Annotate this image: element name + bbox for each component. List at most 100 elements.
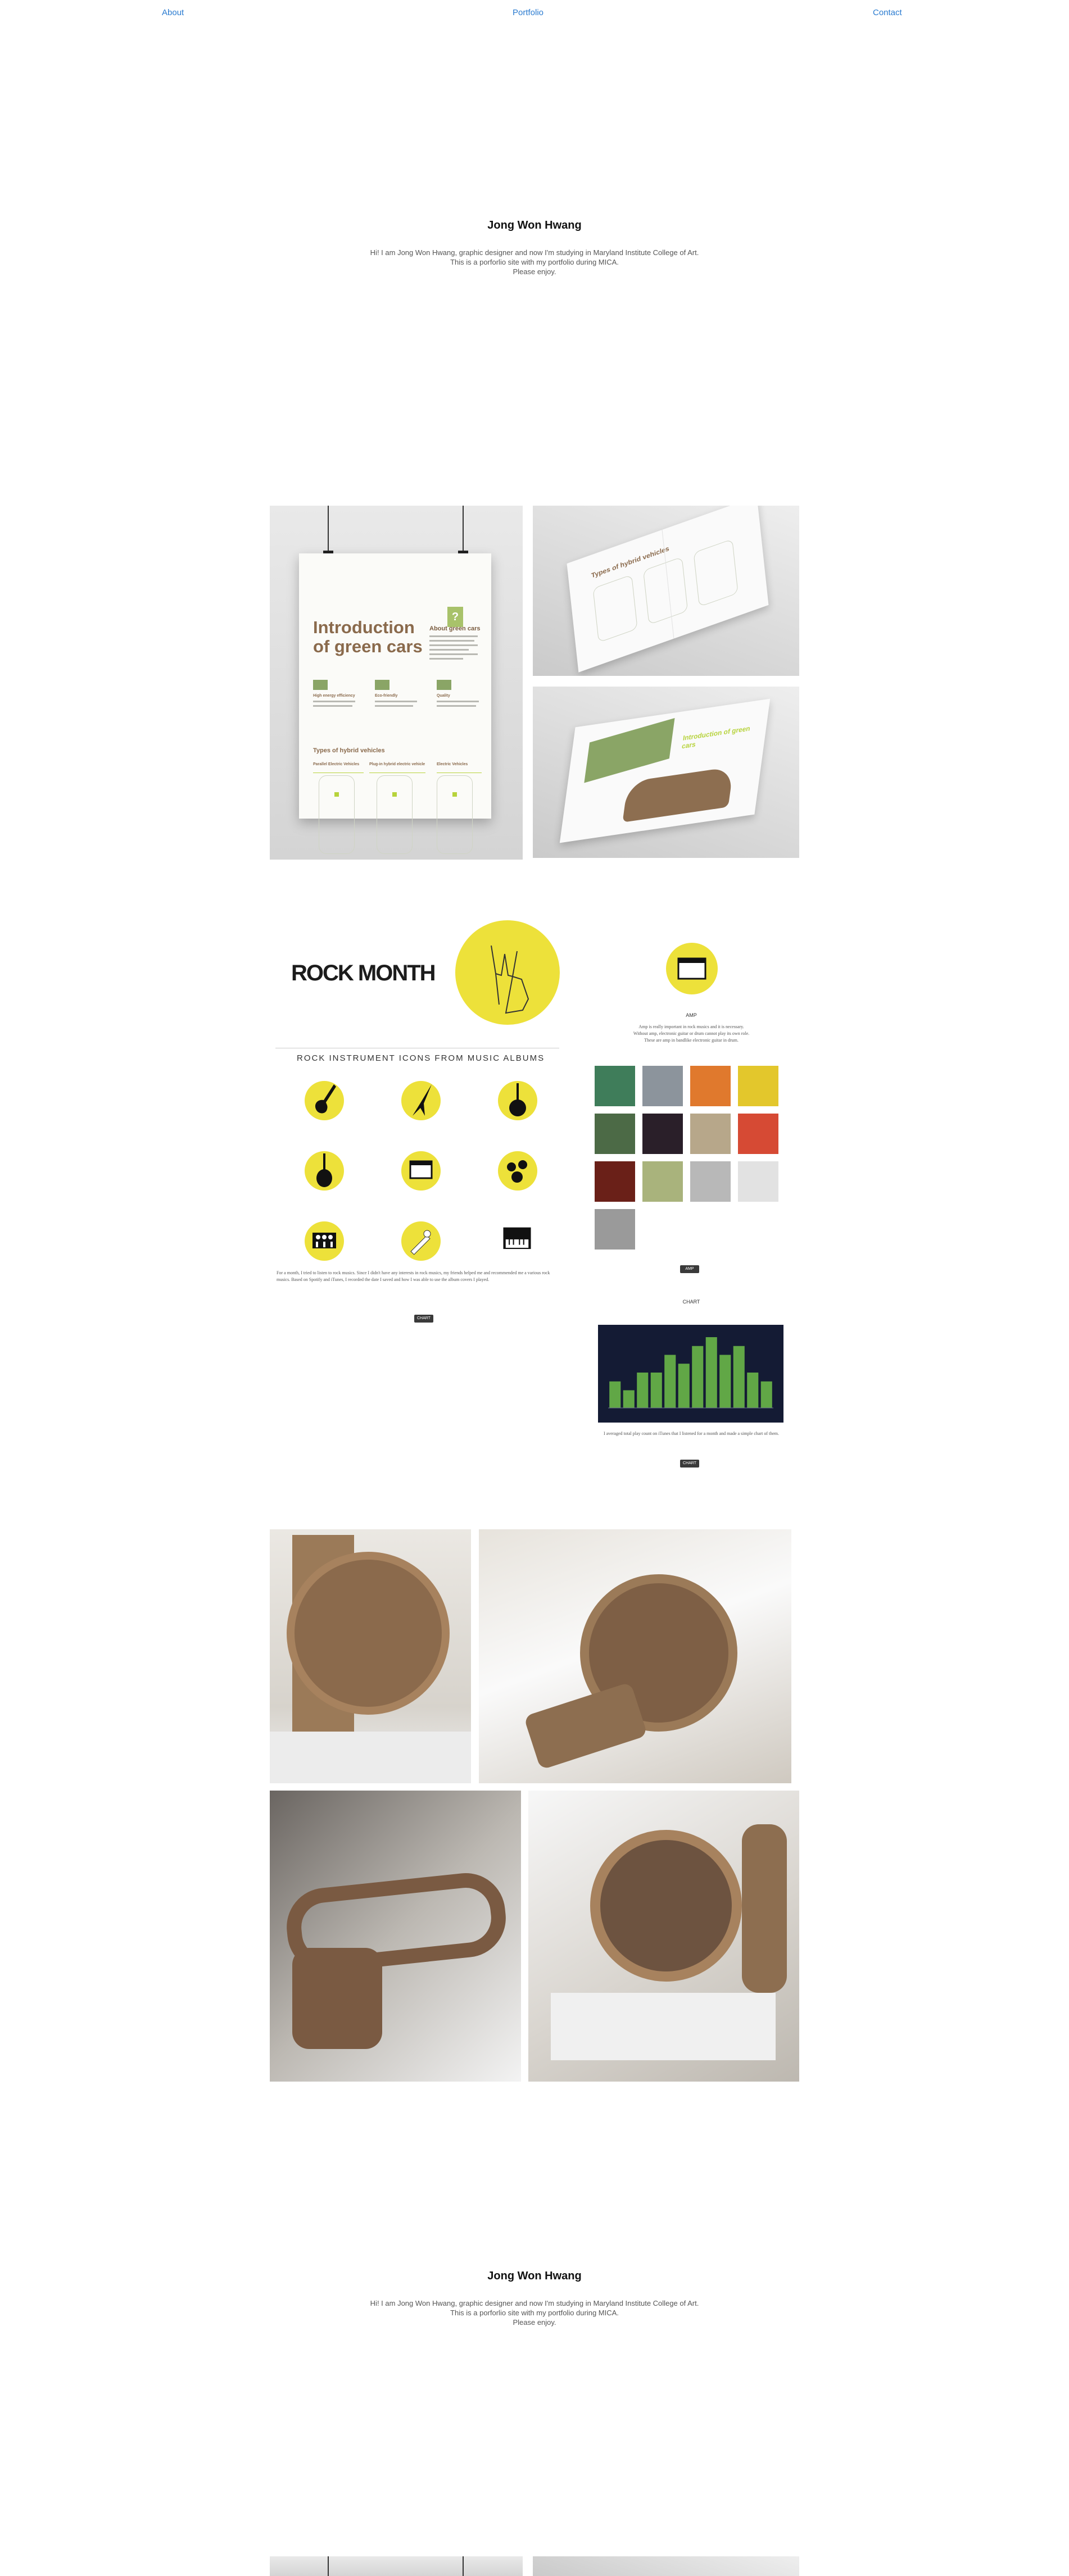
amp-icon (677, 957, 706, 980)
chart-text: I averaged total play count on iTunes th… (603, 1431, 780, 1436)
nav-portfolio-link[interactable]: Portfolio (513, 8, 543, 17)
poster-title-line-1: Introduction (313, 617, 415, 637)
album-cover-thumbnail[interactable] (642, 1066, 683, 1106)
cardboard-watch-photo-2[interactable] (479, 1529, 791, 1783)
chart-bar (664, 1355, 676, 1408)
battery-icon (392, 792, 397, 797)
intro-line-1: Hi! I am Jong Won Hwang, graphic designe… (370, 248, 699, 257)
question-mark-icon: ? (447, 607, 463, 627)
car-outline-icon (377, 775, 413, 854)
album-cover-thumbnail[interactable] (595, 1161, 635, 1202)
text-line (429, 649, 469, 651)
rock-month-section: ROCK MONTH ROCK INSTRUMENT ICONS FROM MU… (270, 910, 568, 1326)
poster-sub-2: Eco-friendly (375, 694, 398, 698)
white-pedestal (551, 1993, 776, 2060)
chart-bar (719, 1355, 731, 1408)
album-cover-thumbnail[interactable] (642, 1161, 683, 1202)
amp-circle (666, 943, 718, 994)
intro-section-repeat: Jong Won Hwang Hi! I am Jong Won Hwang, … (0, 2270, 1069, 2327)
amp-icon (393, 1143, 444, 1194)
brochure-sheet: Types of hybrid vehicles (567, 506, 769, 673)
green-banner (584, 718, 675, 783)
intro-line-2: This is a porforlio site with my portfol… (450, 258, 619, 266)
top-nav: About Portfolio Contact (0, 0, 1069, 27)
poster-title: Introduction of green cars (313, 618, 423, 656)
album-cover-thumbnail[interactable] (642, 1114, 683, 1154)
nav-about-link[interactable]: About (162, 8, 184, 17)
icons-heading: ROCK INSTRUMENT ICONS FROM MUSIC ALBUMS (297, 1053, 545, 1063)
cardboard-watch-photo-1[interactable] (270, 1529, 471, 1783)
album-cover-thumbnail[interactable] (690, 1114, 731, 1154)
text-line (313, 701, 355, 702)
chart-heading: CHART (682, 1299, 700, 1305)
album-cover-thumbnail[interactable] (738, 1161, 778, 1202)
text-line (429, 653, 478, 655)
poster-types-heading: Types of hybrid vehicles (313, 747, 385, 754)
green-cars-poster-image[interactable]: Introduction of green cars ? About green… (270, 506, 523, 860)
rock-hand-icon (491, 945, 529, 1014)
chart-bar (705, 1337, 717, 1408)
car-outline-icon (319, 775, 355, 854)
amp-section: AMP Amp is really important in rock musi… (585, 921, 798, 1472)
poster-sheet: Introduction of green cars ? About green… (299, 553, 491, 854)
microphone-icon (393, 1214, 444, 1264)
poster-sub-1: High energy efficiency (313, 694, 355, 698)
album-cover-thumbnail[interactable] (738, 1114, 778, 1154)
rock-month-title: ROCK MONTH (291, 961, 436, 985)
chart-button[interactable]: CHART (414, 1315, 433, 1323)
page-title: Jong Won Hwang (487, 219, 582, 231)
cardboard-watch-photo-3[interactable] (270, 1791, 521, 2082)
poster-col-2: Plug-in hybrid electric vehicle (369, 762, 425, 766)
car-outline-icon (437, 775, 473, 854)
rock-body-text: For a month, I tried to listen to rock m… (277, 1270, 550, 1282)
watch-strap (523, 1682, 648, 1770)
intro-line-1-repeat: Hi! I am Jong Won Hwang, graphic designe… (370, 2299, 699, 2307)
chart-panel[interactable] (598, 1325, 783, 1423)
brochure-cover-title: Introduction of green cars (681, 724, 751, 751)
watch-links (292, 1948, 382, 2049)
text-line (429, 644, 478, 646)
car-outline-icon (693, 538, 739, 607)
drum-kit-icon (490, 1143, 541, 1194)
brochure-cover-image[interactable]: Introduction of green cars (533, 687, 799, 858)
text-line (429, 658, 463, 660)
album-cover-thumbnail[interactable] (738, 1066, 778, 1106)
brochure-inside-image[interactable]: Types of hybrid vehicles (533, 506, 799, 676)
speaker-stack-icon (297, 1214, 347, 1264)
hanging-wire (328, 506, 329, 555)
chart-bar (733, 1346, 745, 1408)
nav-contact-link[interactable]: Contact (873, 8, 902, 17)
album-cover-thumbnail[interactable] (595, 1066, 635, 1106)
electric-guitar-icon (297, 1073, 347, 1124)
chart-bar (650, 1373, 662, 1408)
album-cover-thumbnail[interactable] (690, 1066, 731, 1106)
album-cover-thumbnail[interactable] (690, 1161, 731, 1202)
car-outline-icon (592, 574, 638, 643)
amp-button[interactable]: AMP (680, 1265, 699, 1273)
page-title-repeat: Jong Won Hwang (487, 2270, 582, 2282)
chart-bar (637, 1373, 649, 1408)
chart-bar (760, 1381, 772, 1408)
banjo-icon (490, 1073, 541, 1124)
poster-col-1: Parallel Electric Vehicles (313, 762, 360, 766)
text-line (375, 705, 413, 707)
quality-icon (437, 680, 451, 690)
album-cover-thumbnail[interactable] (595, 1209, 635, 1250)
play-count-chart (608, 1337, 773, 1409)
amp-text-line-3: These are amp in bandlike electronic gui… (644, 1038, 739, 1043)
intro-section: Jong Won Hwang Hi! I am Jong Won Hwang, … (0, 219, 1069, 276)
piano-icon (490, 1214, 541, 1264)
album-cover-thumbnail[interactable] (595, 1114, 635, 1154)
cardboard-watch-photo-4[interactable] (528, 1791, 799, 2082)
text-line (313, 705, 352, 707)
flying-v-guitar-icon (393, 1073, 444, 1124)
hanging-wire (463, 506, 464, 555)
chart-more-button[interactable]: CHART (680, 1460, 699, 1468)
brochure-sheet: Introduction of green cars (559, 698, 771, 843)
watch-links (742, 1824, 787, 1993)
chart-bar (692, 1346, 704, 1408)
intro-line-3-repeat: Please enjoy. (513, 2318, 556, 2327)
green-cars-poster-image-repeat[interactable] (270, 2556, 523, 2576)
battery-icon (334, 792, 339, 797)
brochure-inside-image-repeat[interactable] (533, 2556, 799, 2576)
